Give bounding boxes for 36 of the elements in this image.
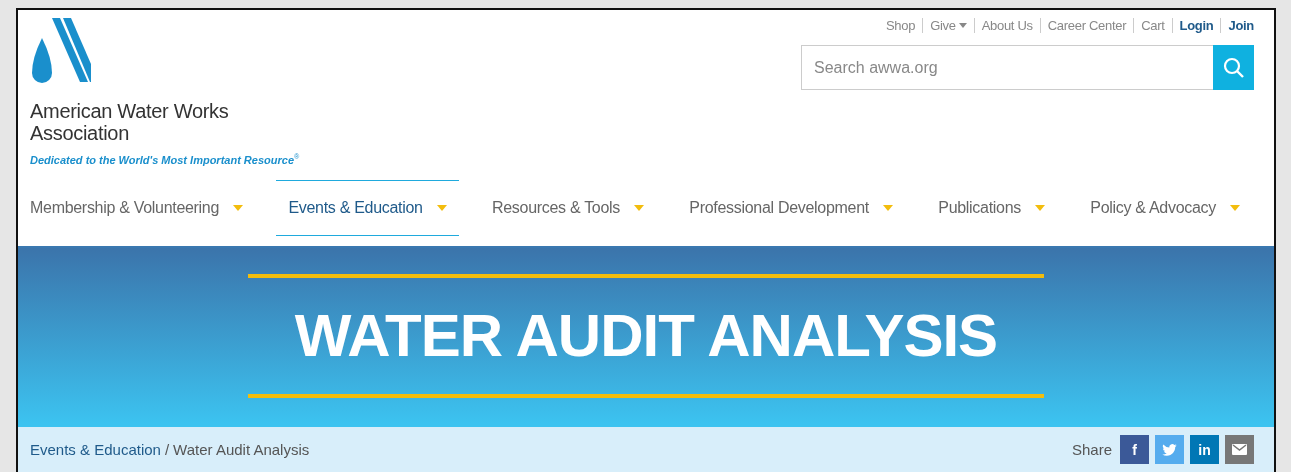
email-share-button[interactable] (1225, 435, 1254, 464)
share-label: Share (1071, 441, 1112, 458)
breadcrumb-link[interactable]: Events & Education (30, 441, 161, 458)
tagline: Dedicated to the World's Most Important Resource$^{®}$ (30, 153, 300, 166)
utility-link[interactable]: Give (922, 18, 974, 33)
caret-icon (634, 205, 644, 211)
bird-icon (1162, 443, 1177, 456)
utility-link[interactable]: Login (1171, 18, 1221, 33)
utility-link[interactable]: Career Center (1039, 18, 1134, 33)
utility-link[interactable]: About Us (973, 18, 1040, 33)
utility-link[interactable]: Cart (1133, 18, 1172, 33)
nav-tab[interactable]: Membership & Volunteering (18, 180, 256, 236)
breadcrumb-separator: / (164, 441, 170, 458)
page-title: WATER AUDIT ANALYSIS (294, 301, 998, 371)
nav-tab[interactable]: Policy & Advocacy (1078, 180, 1252, 236)
breadcrumb-current: Water Audit Analysis (173, 441, 310, 458)
nav-tab[interactable]: Publications (926, 180, 1057, 236)
linkedin-share-button[interactable]: in (1190, 435, 1219, 464)
search-icon (1222, 56, 1245, 79)
nav-tab[interactable]: Events & Education (276, 180, 459, 236)
facebook-share-button[interactable]: f (1120, 435, 1149, 464)
caret-icon (882, 205, 893, 211)
caret-icon (233, 205, 244, 211)
nav-tab[interactable]: Resources & Tools (480, 180, 656, 236)
caret-icon (958, 23, 967, 28)
twitter-share-button[interactable] (1155, 435, 1184, 464)
utility-link[interactable]: Join (1220, 18, 1254, 33)
envelope-icon (1232, 444, 1247, 455)
caret-icon (1229, 205, 1240, 211)
nav-tab[interactable]: Professional Development (677, 180, 905, 236)
caret-icon (1034, 205, 1045, 211)
utility-link[interactable]: Shop (878, 18, 923, 33)
search-button[interactable] (1213, 45, 1254, 90)
caret-icon (436, 205, 447, 211)
organization-name: American Water Works Association (30, 100, 230, 144)
search-field[interactable]: Search awwa.org (801, 45, 1213, 90)
